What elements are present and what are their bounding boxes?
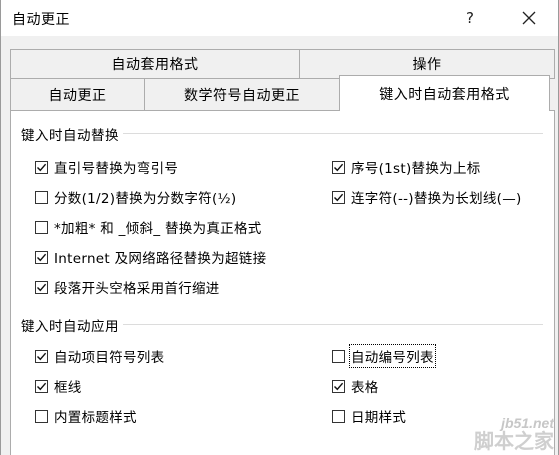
checkbox[interactable] — [35, 280, 48, 294]
tab-autocorrect[interactable]: 自动更正 — [10, 78, 145, 111]
checkbox[interactable] — [332, 190, 345, 204]
checkbox[interactable] — [35, 250, 48, 264]
tab-math-autocorrect[interactable]: 数学符号自动更正 — [144, 78, 340, 111]
option-label: 自动项目符号列表 — [54, 350, 165, 366]
option-date-styles[interactable]: 日期样式 — [332, 406, 406, 426]
tab-label: 键入时自动套用格式 — [379, 86, 510, 103]
option-bold-italic[interactable]: *加粗* 和 _倾斜_ 替换为真正格式 — [35, 217, 262, 237]
option-hyphens-dash[interactable]: 连字符(--)替换为长划线(—) — [332, 187, 522, 207]
checkbox[interactable] — [35, 409, 48, 423]
watermark-name: 脚本之家 — [474, 429, 554, 453]
option-borders[interactable]: 框线 — [35, 376, 82, 396]
checkmark-icon — [37, 253, 47, 261]
checkbox[interactable] — [35, 190, 48, 204]
checkmark-icon — [334, 163, 344, 171]
checkbox[interactable] — [332, 379, 345, 393]
option-label: 框线 — [54, 380, 82, 396]
autocorrect-dialog: 自动更正 ? 自动套用格式 操作 自动更正 数学符号自动更正 键入时自动套用格式… — [0, 0, 559, 455]
option-builtin-heading-styles[interactable]: 内置标题样式 — [35, 406, 137, 426]
option-auto-bullets[interactable]: 自动项目符号列表 — [35, 346, 164, 366]
close-button[interactable] — [515, 6, 543, 30]
checkbox[interactable] — [332, 409, 345, 423]
checkmark-icon — [37, 352, 47, 360]
option-straight-quotes[interactable]: 直引号替换为弯引号 — [35, 157, 178, 177]
tab-autoformat[interactable]: 自动套用格式 — [10, 49, 300, 79]
checkbox[interactable] — [35, 160, 48, 174]
option-auto-numbering[interactable]: 自动编号列表 — [332, 344, 436, 368]
option-label: *加粗* 和 _倾斜_ 替换为真正格式 — [54, 221, 262, 237]
option-first-line-indent[interactable]: 段落开头空格采用首行缩进 — [35, 277, 220, 297]
checkbox[interactable] — [332, 349, 345, 363]
group-title-replace-as-you-type: 键入时自动替换 — [21, 124, 123, 144]
checkbox[interactable] — [35, 349, 48, 363]
checkmark-icon — [334, 193, 344, 201]
checkmark-icon — [37, 283, 47, 291]
dialog-title: 自动更正 — [12, 12, 70, 28]
tab-label: 自动套用格式 — [111, 57, 199, 73]
option-ordinals-superscript[interactable]: 序号(1st)替换为上标 — [332, 157, 481, 177]
checkbox[interactable] — [35, 220, 48, 234]
option-label: Internet 及网络路径替换为超链接 — [54, 251, 267, 267]
option-label: 直引号替换为弯引号 — [54, 161, 179, 177]
close-icon — [522, 11, 536, 25]
option-internet-hyperlinks[interactable]: Internet 及网络路径替换为超链接 — [35, 247, 266, 267]
group-title-apply-as-you-type: 键入时自动应用 — [21, 315, 123, 335]
checkbox[interactable] — [332, 160, 345, 174]
tab-label: 自动更正 — [48, 87, 107, 104]
option-label: 序号(1st)替换为上标 — [351, 161, 481, 177]
help-icon: ? — [466, 9, 474, 27]
checkmark-icon — [37, 163, 47, 171]
tab-panel: 键入时自动替换 直引号替换为弯引号 序号(1st)替换为上标 分数(1/2)替换… — [10, 110, 555, 455]
option-label: 日期样式 — [351, 410, 407, 426]
title-bar: 自动更正 ? — [1, 0, 558, 36]
option-tables[interactable]: 表格 — [332, 376, 379, 396]
checkmark-icon — [37, 382, 47, 390]
option-fractions[interactable]: 分数(1/2)替换为分数字符(½) — [35, 187, 236, 207]
checkmark-icon — [334, 382, 344, 390]
tab-autoformat-as-you-type[interactable]: 键入时自动套用格式 — [339, 75, 550, 111]
checkbox[interactable] — [35, 379, 48, 393]
tab-label: 操作 — [412, 57, 442, 73]
option-label: 分数(1/2)替换为分数字符(½) — [54, 191, 237, 207]
watermark: jb51.net 脚本之家 — [474, 416, 554, 452]
option-label: 内置标题样式 — [54, 410, 137, 426]
help-button[interactable]: ? — [456, 6, 484, 30]
option-label: 连字符(--)替换为长划线(—) — [351, 191, 522, 207]
option-label: 段落开头空格采用首行缩进 — [54, 281, 220, 297]
option-label: 表格 — [351, 380, 379, 396]
option-label: 自动编号列表 — [349, 344, 436, 368]
tab-label: 数学符号自动更正 — [184, 87, 300, 104]
